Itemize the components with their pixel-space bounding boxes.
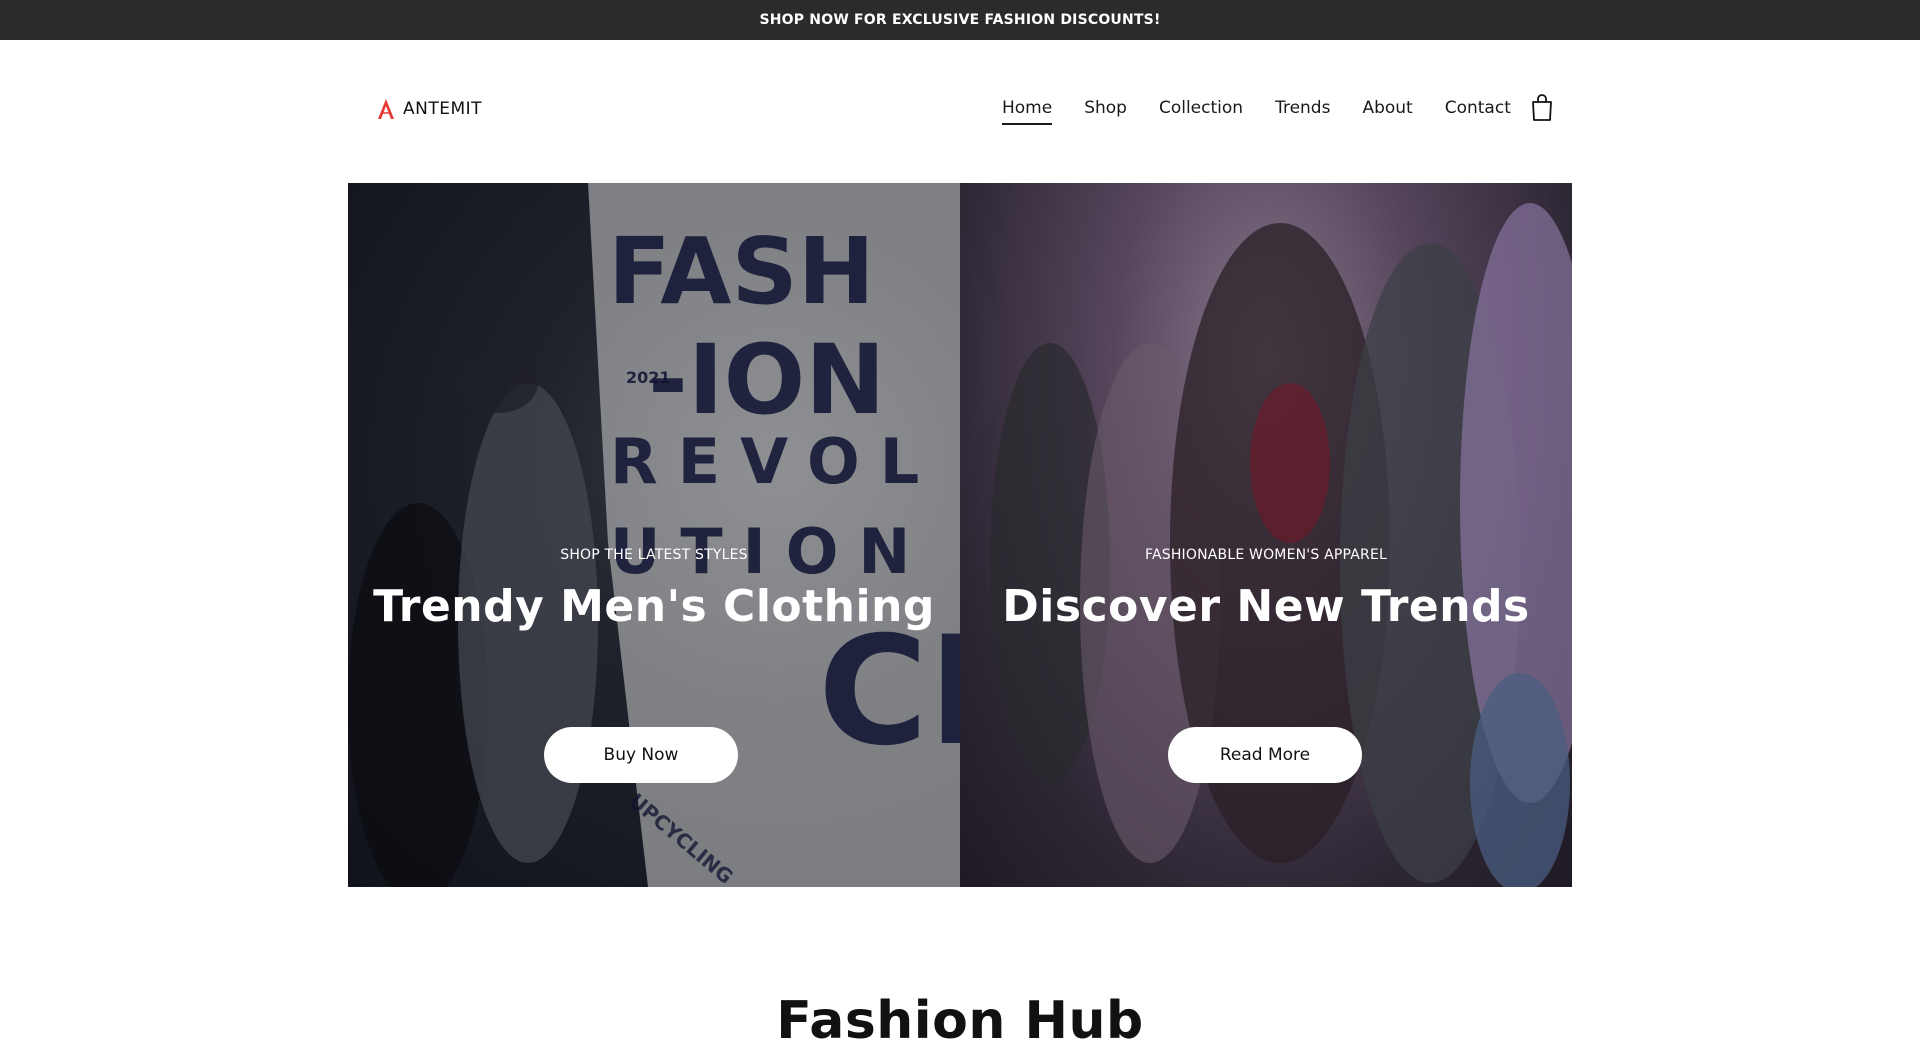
main-nav: Home Shop Collection Trends About Contac… bbox=[1002, 98, 1543, 125]
nav-item-contact[interactable]: Contact bbox=[1445, 98, 1511, 122]
hero-men-headline: Trendy Men's Clothing bbox=[373, 581, 935, 632]
nav-item-home[interactable]: Home bbox=[1002, 98, 1053, 125]
nav-item-trends[interactable]: Trends bbox=[1275, 98, 1330, 122]
announcement-text: SHOP NOW FOR EXCLUSIVE FASHION DISCOUNTS… bbox=[759, 12, 1161, 28]
hero-banner: FASH -ION 2021 REVOL UTION CH UPCYCLING … bbox=[348, 183, 1572, 887]
brand-logo[interactable]: ANTEMIT bbox=[377, 98, 482, 120]
read-more-button[interactable]: Read More bbox=[1168, 727, 1362, 783]
brand-name: ANTEMIT bbox=[403, 99, 483, 119]
buy-now-button[interactable]: Buy Now bbox=[544, 727, 738, 783]
announcement-bar: SHOP NOW FOR EXCLUSIVE FASHION DISCOUNTS… bbox=[0, 0, 1920, 40]
site-header: ANTEMIT Home Shop Collection Trends Abou… bbox=[0, 40, 1920, 183]
hero-women-content: FASHIONABLE WOMEN'S APPAREL Discover New… bbox=[960, 183, 1572, 887]
brand-mark-icon bbox=[377, 98, 395, 120]
nav-item-shop[interactable]: Shop bbox=[1084, 98, 1127, 122]
nav-item-collection[interactable]: Collection bbox=[1159, 98, 1243, 122]
hero-men-eyebrow: SHOP THE LATEST STYLES bbox=[560, 547, 748, 563]
hero-panel-men: FASH -ION 2021 REVOL UTION CH UPCYCLING … bbox=[348, 183, 960, 887]
hero-panel-women: FASHIONABLE WOMEN'S APPAREL Discover New… bbox=[960, 183, 1572, 887]
shopping-bag-icon[interactable] bbox=[1530, 94, 1554, 122]
hero-men-content: SHOP THE LATEST STYLES Trendy Men's Clot… bbox=[348, 183, 960, 887]
nav-item-about[interactable]: About bbox=[1362, 98, 1412, 122]
hero-women-eyebrow: FASHIONABLE WOMEN'S APPAREL bbox=[1144, 547, 1388, 563]
hero-women-headline: Discover New Trends bbox=[1002, 581, 1530, 632]
section-title: Fashion Hub bbox=[776, 991, 1144, 1051]
